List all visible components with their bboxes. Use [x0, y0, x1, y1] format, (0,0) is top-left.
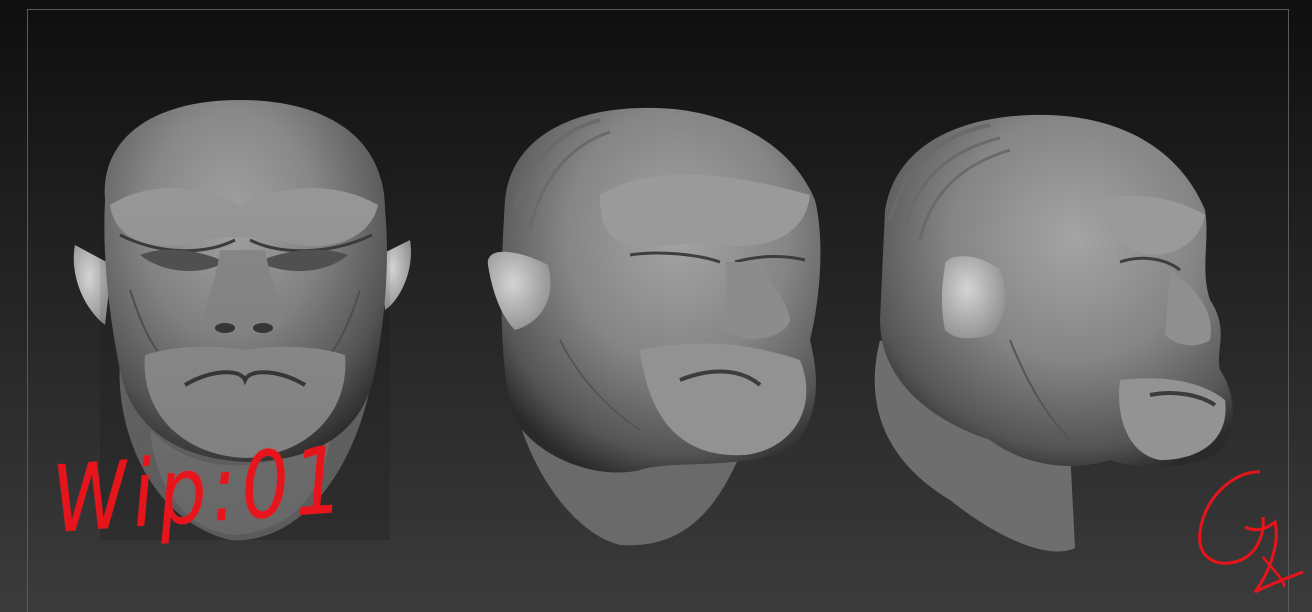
head-three-quarter-view [487, 107, 821, 546]
head-side-view [874, 114, 1233, 552]
artist-signature [1198, 470, 1304, 594]
wip-annotation: Wip:01 [49, 426, 351, 554]
viewport-canvas[interactable]: Wip:01 [0, 0, 1312, 612]
